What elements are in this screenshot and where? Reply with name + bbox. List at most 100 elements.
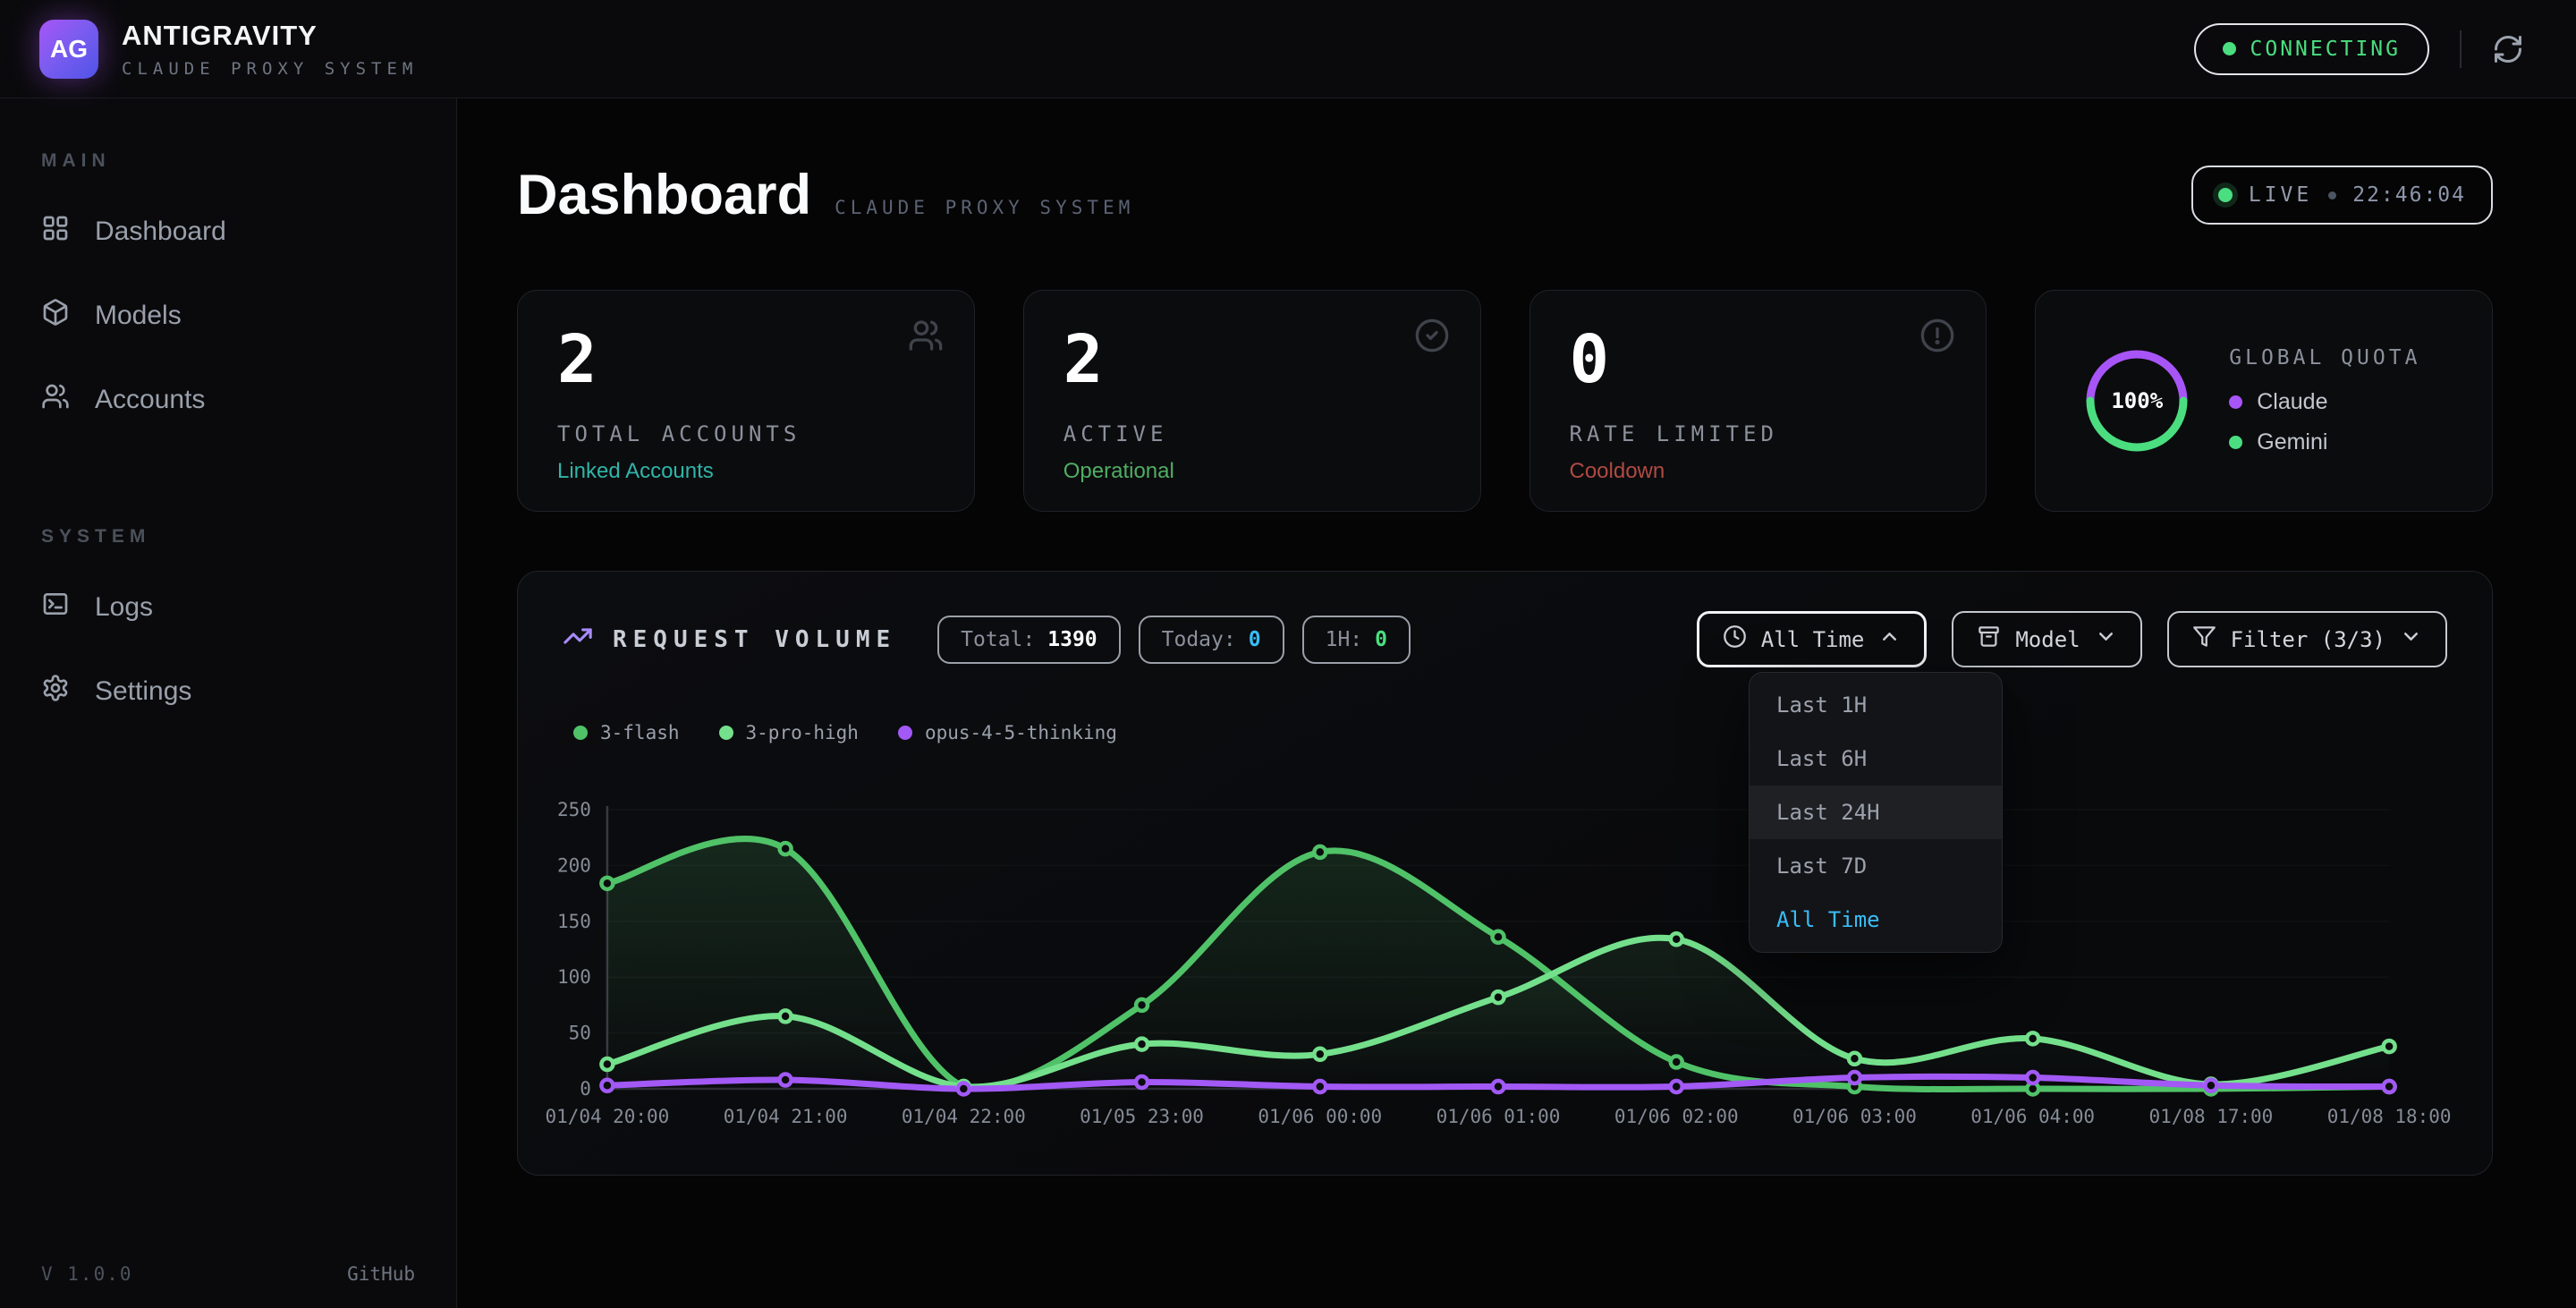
svg-text:150: 150 — [557, 911, 591, 932]
sidebar-item-label: Accounts — [95, 385, 205, 415]
brand-block: ANTIGRAVITY CLAUDE PROXY SYSTEM — [122, 20, 418, 79]
cube-icon — [41, 298, 70, 334]
live-dot — [2218, 188, 2233, 202]
svg-text:01/08 17:00: 01/08 17:00 — [2149, 1106, 2274, 1127]
sidebar-item-models[interactable]: Models — [0, 286, 456, 345]
sidebar-item-settings[interactable]: Settings — [0, 662, 456, 721]
svg-text:01/04 22:00: 01/04 22:00 — [902, 1106, 1026, 1127]
chart-legend: 3-flash 3-pro-high opus-4-5-thinking — [573, 722, 1117, 743]
check-circle-icon — [1414, 318, 1450, 358]
request-volume-panel: REQUEST VOLUME Total: 1390 Today: 0 1H: … — [517, 571, 2493, 1176]
stat-value: 2 — [557, 327, 935, 393]
github-link[interactable]: GitHub — [347, 1263, 415, 1285]
time-range-option[interactable]: Last 7D — [1750, 839, 2002, 893]
stat-sublabel: Operational — [1063, 459, 1441, 484]
badge-value: 0 — [1375, 628, 1387, 651]
svg-text:01/06 00:00: 01/06 00:00 — [1258, 1106, 1382, 1127]
quota-legend-claude: Claude — [2229, 389, 2420, 415]
sidebar-item-dashboard[interactable]: Dashboard — [0, 202, 456, 261]
badge-label: 1H: — [1326, 628, 1363, 651]
time-range-menu: Last 1H Last 6H Last 24H Last 7D All Tim… — [1749, 672, 2003, 953]
svg-text:200: 200 — [557, 854, 591, 876]
badge-label: Today: — [1162, 628, 1236, 651]
badge-label: Total: — [961, 628, 1035, 651]
svg-text:01/06 04:00: 01/06 04:00 — [1970, 1106, 2095, 1127]
quota-percent: 100% — [2082, 346, 2191, 455]
stat-label: RATE LIMITED — [1570, 421, 1947, 446]
global-quota-card: 100% GLOBAL QUOTA Claude Gemini — [2035, 290, 2493, 512]
sidebar-section-main: MAIN — [0, 150, 456, 172]
live-time: 22:46:04 — [2352, 183, 2466, 207]
model-label: Model — [2015, 627, 2080, 652]
live-label: LIVE — [2249, 183, 2312, 207]
stat-sublabel: Linked Accounts — [557, 459, 935, 484]
terminal-icon — [41, 590, 70, 625]
time-range-button[interactable]: All Time — [1697, 611, 1928, 667]
svg-text:01/06 02:00: 01/06 02:00 — [1614, 1106, 1739, 1127]
box-icon — [1977, 624, 2001, 654]
time-range-option[interactable]: Last 1H — [1750, 678, 2002, 732]
dashboard-grid-icon — [41, 214, 70, 250]
time-range-option[interactable]: Last 24H — [1750, 786, 2002, 839]
series-dot — [898, 726, 912, 740]
time-range-option[interactable]: All Time — [1750, 893, 2002, 947]
page-subtitle: CLAUDE PROXY SYSTEM — [835, 197, 1134, 218]
trending-up-icon — [563, 621, 593, 658]
app-logo-text: AG — [50, 35, 88, 64]
app-title: ANTIGRAVITY — [122, 20, 418, 52]
sidebar: MAIN Dashboard Models Accounts SYSTEM Lo… — [0, 98, 457, 1308]
stat-card-total-accounts: 2 TOTAL ACCOUNTS Linked Accounts — [517, 290, 975, 512]
request-volume-plot: 05010015020025001/04 20:0001/04 21:0001/… — [536, 794, 2474, 1138]
stat-label: TOTAL ACCOUNTS — [557, 421, 935, 446]
badge-value: 0 — [1249, 628, 1261, 651]
badge-value: 1390 — [1047, 628, 1097, 651]
svg-text:250: 250 — [557, 799, 591, 820]
top-bar: AG ANTIGRAVITY CLAUDE PROXY SYSTEM CONNE… — [0, 0, 2576, 98]
alert-circle-icon — [1919, 318, 1955, 358]
svg-text:01/04 20:00: 01/04 20:00 — [545, 1106, 669, 1127]
stat-sublabel: Cooldown — [1570, 459, 1947, 484]
today-badge: Today: 0 — [1139, 616, 1284, 664]
users-icon — [908, 318, 944, 358]
svg-text:100: 100 — [557, 966, 591, 988]
legend-label: 3-pro-high — [746, 722, 859, 743]
gear-icon — [41, 674, 70, 709]
status-dot — [2223, 42, 2236, 55]
funnel-icon — [2192, 624, 2216, 654]
gemini-dot — [2229, 436, 2242, 449]
legend-item-3-pro-high[interactable]: 3-pro-high — [719, 722, 859, 743]
sidebar-item-accounts[interactable]: Accounts — [0, 370, 456, 429]
stat-value: 0 — [1570, 327, 1947, 393]
filter-button[interactable]: Filter (3/3) — [2167, 611, 2447, 667]
total-badge: Total: 1390 — [937, 616, 1120, 664]
legend-item-3-flash[interactable]: 3-flash — [573, 722, 680, 743]
refresh-icon[interactable] — [2492, 33, 2524, 65]
quota-legend-gemini: Gemini — [2229, 429, 2420, 455]
svg-text:01/05 23:00: 01/05 23:00 — [1080, 1106, 1204, 1127]
clock-icon — [1723, 624, 1747, 654]
one-hour-badge: 1H: 0 — [1302, 616, 1411, 664]
chevron-down-icon — [2095, 625, 2117, 653]
model-button[interactable]: Model — [1952, 611, 2141, 667]
svg-text:01/06 03:00: 01/06 03:00 — [1792, 1106, 1917, 1127]
chevron-down-icon — [2400, 625, 2422, 653]
series-dot — [573, 726, 588, 740]
quota-label: GLOBAL QUOTA — [2229, 346, 2420, 369]
sidebar-item-logs[interactable]: Logs — [0, 578, 456, 637]
svg-text:50: 50 — [569, 1023, 591, 1044]
sidebar-item-label: Models — [95, 301, 182, 331]
svg-text:01/06 01:00: 01/06 01:00 — [1436, 1106, 1561, 1127]
series-dot — [719, 726, 733, 740]
sidebar-item-label: Dashboard — [95, 217, 226, 247]
filter-label: Filter (3/3) — [2231, 627, 2385, 652]
svg-text:0: 0 — [580, 1078, 591, 1100]
legend-label: 3-flash — [600, 722, 680, 743]
app-version: V 1.0.0 — [41, 1263, 133, 1285]
quota-ring: 100% — [2082, 346, 2191, 455]
legend-item-opus-4-5-thinking[interactable]: opus-4-5-thinking — [898, 722, 1117, 743]
claude-dot — [2229, 395, 2242, 409]
time-range-option[interactable]: Last 6H — [1750, 732, 2002, 786]
sidebar-section-system: SYSTEM — [0, 526, 456, 548]
status-text: CONNECTING — [2250, 38, 2401, 61]
stat-value: 2 — [1063, 327, 1441, 393]
